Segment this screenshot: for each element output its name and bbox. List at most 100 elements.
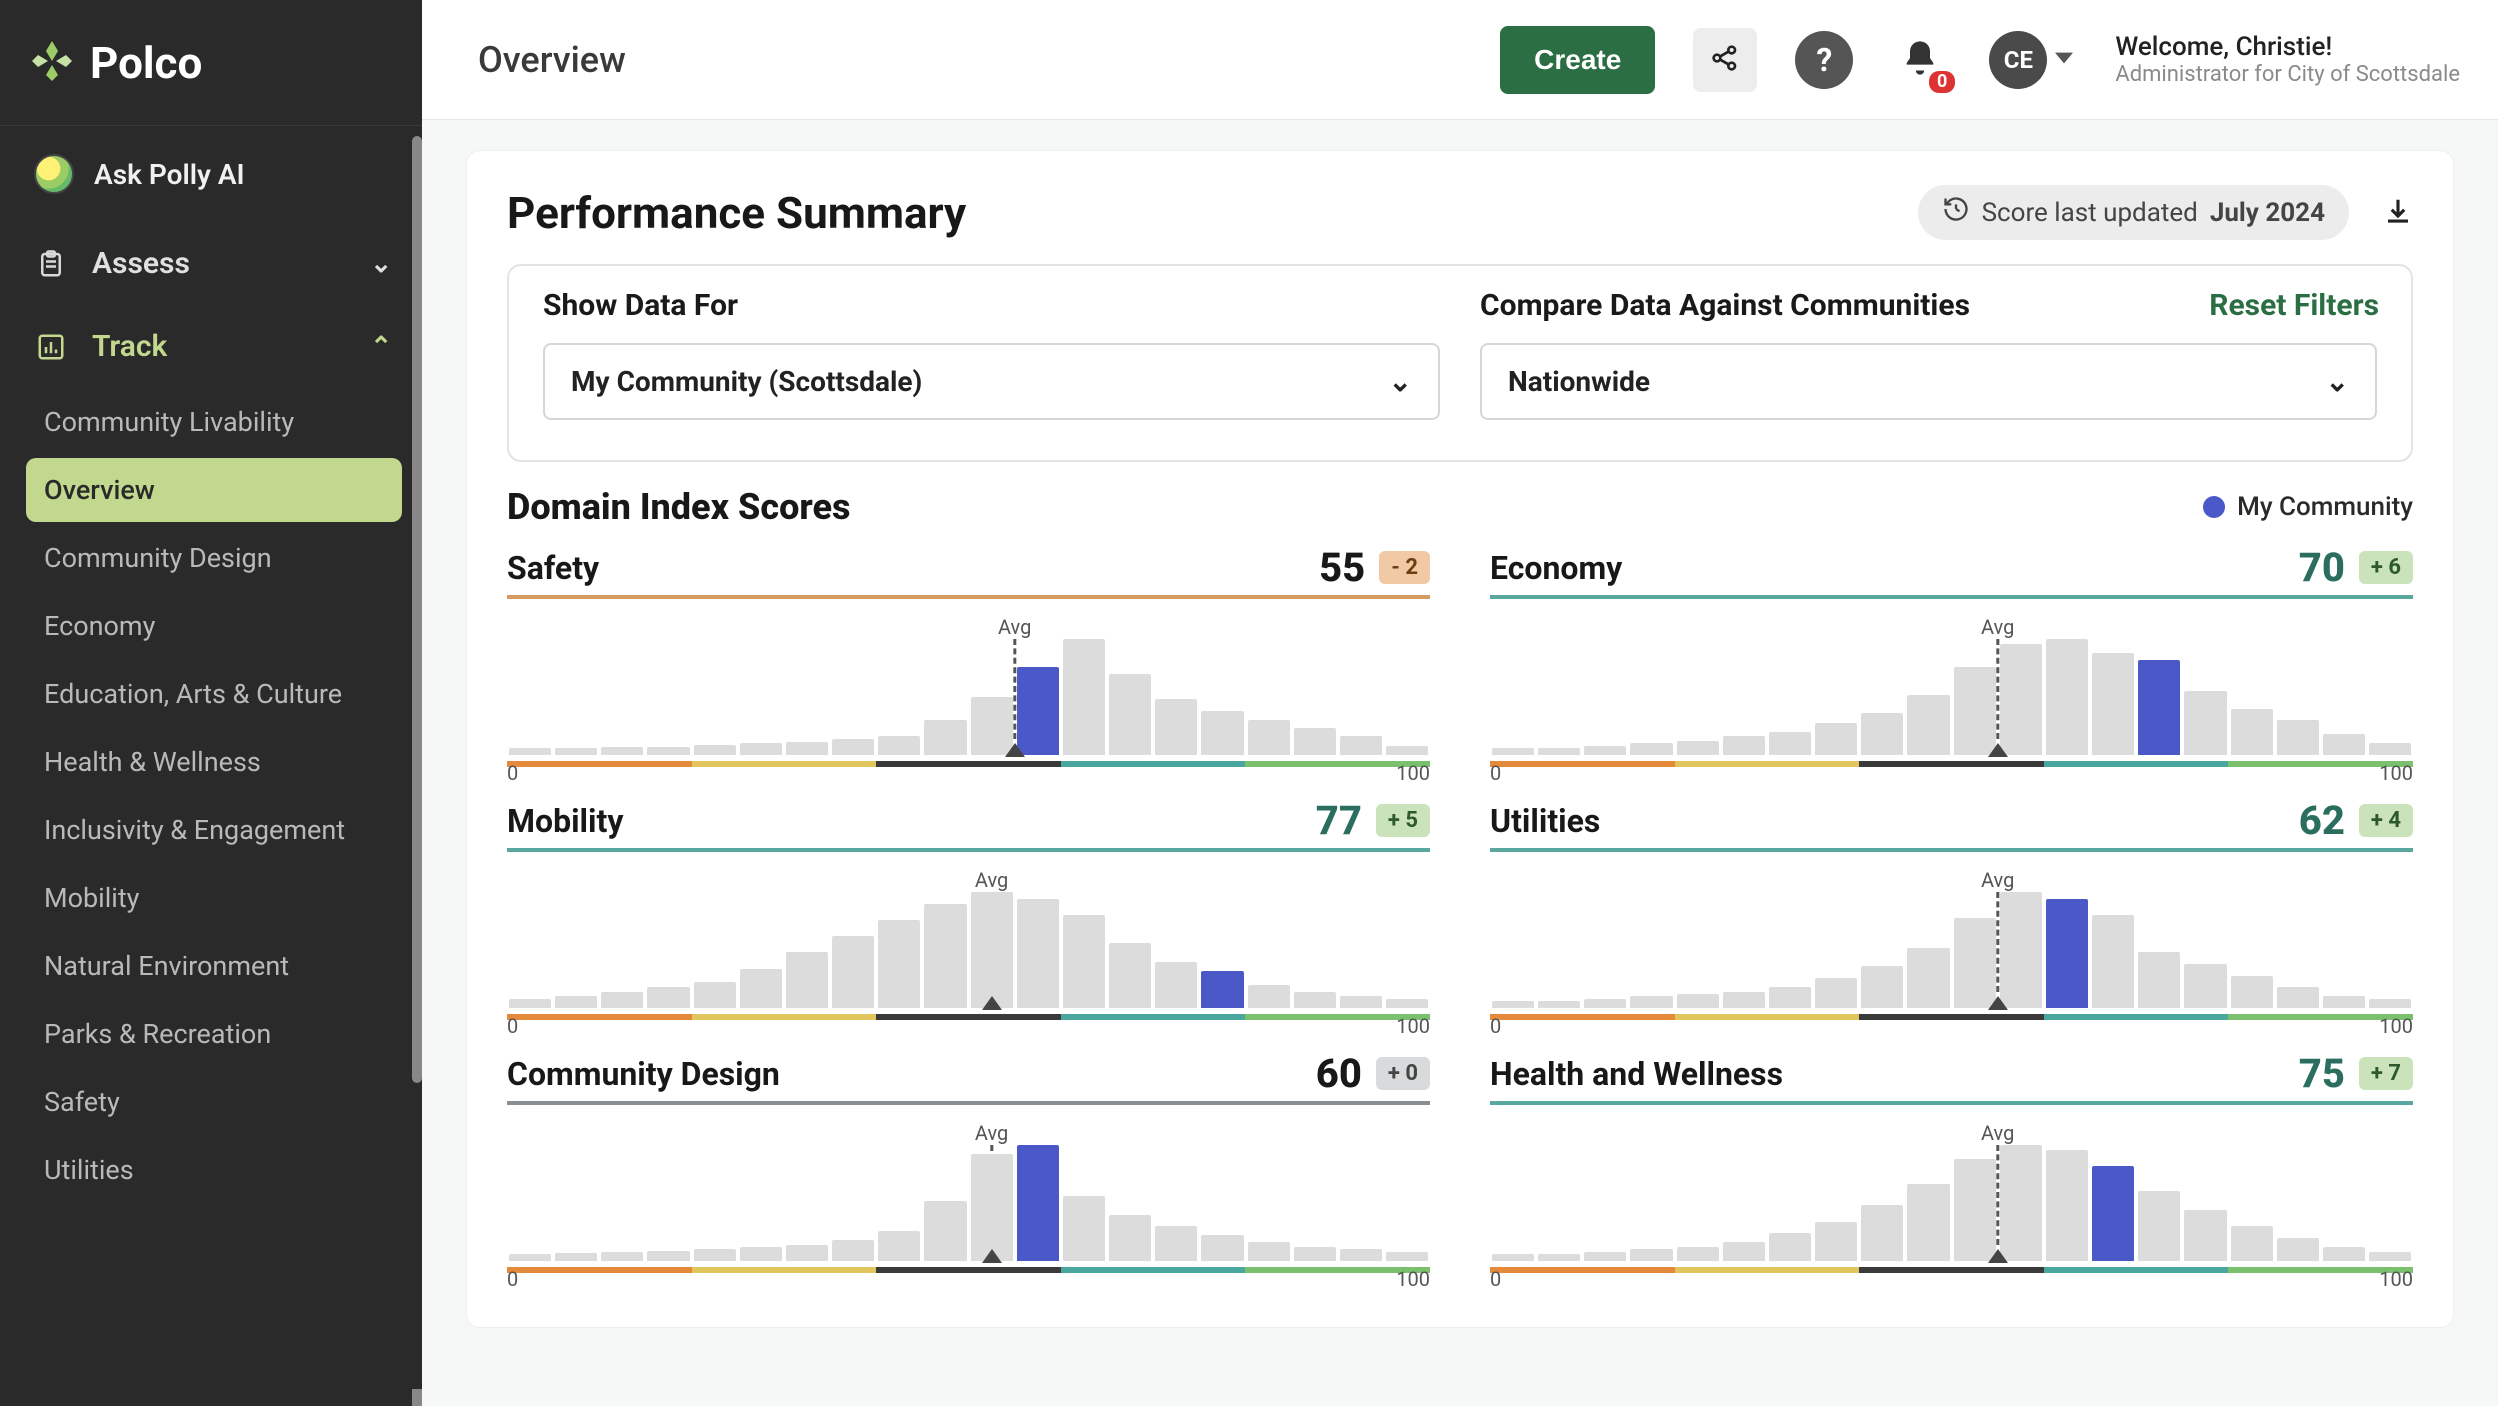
- dist-bar: [1954, 1159, 1996, 1261]
- create-button[interactable]: Create: [1500, 26, 1655, 94]
- chevron-up-icon: ⌃: [370, 332, 392, 362]
- dist-bar: [647, 1251, 689, 1261]
- avg-triangle-icon: [1988, 996, 2008, 1010]
- filter-show-data-dropdown[interactable]: My Community (Scottsdale) ⌄: [543, 343, 1440, 420]
- domain-card-utilities[interactable]: Utilities62+ 4Avg0100: [1490, 789, 2413, 1034]
- histogram: Avg0100: [1490, 856, 2413, 1034]
- card-name: Health and Wellness: [1490, 1055, 1783, 1093]
- domain-card-health-and-wellness[interactable]: Health and Wellness75+ 7Avg0100: [1490, 1042, 2413, 1287]
- dist-bar: [509, 999, 551, 1008]
- dist-bar: [1584, 1252, 1626, 1261]
- domain-card-community-design[interactable]: Community Design60+ 0Avg0100: [507, 1042, 1430, 1287]
- download-button[interactable]: [2383, 196, 2413, 230]
- my-bar: [2138, 660, 2180, 755]
- sidebar-item-parks-recreation[interactable]: Parks & Recreation: [26, 1002, 402, 1066]
- card-delta: + 4: [2359, 804, 2413, 837]
- dist-bar: [555, 748, 597, 755]
- dist-bar: [1063, 639, 1105, 755]
- reset-filters[interactable]: Reset Filters: [2209, 288, 2379, 323]
- chevron-down-icon: ⌄: [1389, 365, 1412, 398]
- sidebar-item-mobility[interactable]: Mobility: [26, 866, 402, 930]
- dist-bar: [2000, 644, 2042, 755]
- my-bar: [2092, 1166, 2134, 1261]
- content: Performance Summary Score last updated J…: [422, 120, 2498, 1406]
- sidebar-item-education-arts-culture[interactable]: Education, Arts & Culture: [26, 662, 402, 726]
- sidebar-item-community-livability[interactable]: Community Livability: [26, 390, 402, 454]
- filter-compare-dropdown[interactable]: Nationwide ⌄: [1480, 343, 2377, 420]
- card-name: Economy: [1490, 549, 1622, 587]
- help-button[interactable]: ?: [1795, 31, 1853, 89]
- dist-bar: [1201, 1235, 1243, 1261]
- scrollbar-track[interactable]: [412, 126, 422, 1406]
- dist-bar: [647, 747, 689, 755]
- dist-bar: [2231, 1226, 2273, 1261]
- dist-bar: [2369, 1252, 2411, 1261]
- dist-bar: [2231, 709, 2273, 755]
- sidebar-item-natural-environment[interactable]: Natural Environment: [26, 934, 402, 998]
- notif-badge: 0: [1929, 71, 1955, 93]
- dist-bar: [555, 1253, 597, 1261]
- dist-bar: [2277, 1238, 2319, 1261]
- welcome-text: Welcome, Christie!: [2115, 32, 2460, 62]
- dist-bar: [1769, 732, 1811, 755]
- my-bar: [1017, 667, 1059, 755]
- dist-bar: [1017, 899, 1059, 1008]
- role-text: Administrator for City of Scottsdale: [2115, 62, 2460, 87]
- ask-polly-ai[interactable]: Ask Polly AI: [0, 126, 422, 222]
- brand-logo[interactable]: Polco: [28, 37, 202, 89]
- dist-bar: [1815, 1222, 1857, 1261]
- assess-label: Assess: [92, 246, 190, 281]
- dist-bar: [786, 1245, 828, 1261]
- axis-max: 100: [1396, 1014, 1430, 1038]
- card-score: 60: [1316, 1050, 1362, 1097]
- sidebar-item-utilities[interactable]: Utilities: [26, 1138, 402, 1202]
- dist-bar: [1723, 992, 1765, 1008]
- share-button[interactable]: [1693, 28, 1757, 92]
- nav-track[interactable]: Track ⌃: [0, 305, 422, 388]
- main: Overview Create ? 0 CE Welcome, Christie…: [422, 0, 2498, 1406]
- dist-bar: [1538, 1001, 1580, 1008]
- sidebar-item-health-wellness[interactable]: Health & Wellness: [26, 730, 402, 794]
- dist-bar: [1677, 1247, 1719, 1261]
- my-bar: [2046, 899, 2088, 1008]
- scrollbar-thumb[interactable]: [412, 136, 422, 1083]
- dist-bar: [878, 1231, 920, 1261]
- sidebar-item-economy[interactable]: Economy: [26, 594, 402, 658]
- dist-bar: [1155, 699, 1197, 755]
- axis-max: 100: [2379, 761, 2413, 785]
- card-delta: + 6: [2359, 551, 2413, 584]
- dist-bar: [2369, 743, 2411, 755]
- sidebar-item-community-design[interactable]: Community Design: [26, 526, 402, 590]
- domain-card-economy[interactable]: Economy70+ 6Avg0100: [1490, 536, 2413, 781]
- domain-card-mobility[interactable]: Mobility77+ 5Avg0100: [507, 789, 1430, 1034]
- avg-triangle-icon: [982, 1249, 1002, 1263]
- my-bar: [1017, 1145, 1059, 1261]
- user-menu[interactable]: CE: [1989, 31, 2073, 89]
- scrollbar-bottom-icon: [412, 1389, 422, 1406]
- dist-bar: [509, 1254, 551, 1261]
- card-name: Community Design: [507, 1055, 780, 1093]
- axis-max: 100: [2379, 1014, 2413, 1038]
- logo-row: Polco: [0, 0, 422, 126]
- nav-assess[interactable]: Assess ⌄: [0, 222, 422, 305]
- card-delta: + 7: [2359, 1057, 2413, 1090]
- dist-bar: [1584, 746, 1626, 755]
- chart-grid: Safety55- 2Avg0100Economy70+ 6Avg0100Mob…: [507, 536, 2413, 1287]
- clipboard-icon: [34, 247, 68, 281]
- domain-card-safety[interactable]: Safety55- 2Avg0100: [507, 536, 1430, 781]
- sidebar-scroll: Ask Polly AI Assess ⌄ Track ⌃ Community …: [0, 126, 422, 1406]
- dist-bar: [2184, 964, 2226, 1008]
- sidebar-item-inclusivity-engagement[interactable]: Inclusivity & Engagement: [26, 798, 402, 862]
- notifications-button[interactable]: 0: [1891, 31, 1949, 89]
- dist-bar: [1492, 1254, 1534, 1261]
- dist-bar: [1155, 962, 1197, 1008]
- filters-box: Reset Filters Show Data For My Community…: [507, 264, 2413, 462]
- dist-bar: [740, 969, 782, 1008]
- caret-down-icon: [2055, 49, 2073, 71]
- dist-bar: [2231, 976, 2273, 1008]
- dist-bar: [2184, 1210, 2226, 1261]
- sidebar-item-safety[interactable]: Safety: [26, 1070, 402, 1134]
- sidebar-item-overview[interactable]: Overview: [26, 458, 402, 522]
- legend: My Community: [2203, 492, 2413, 522]
- score-updated-chip: Score last updated July 2024: [1918, 185, 2349, 240]
